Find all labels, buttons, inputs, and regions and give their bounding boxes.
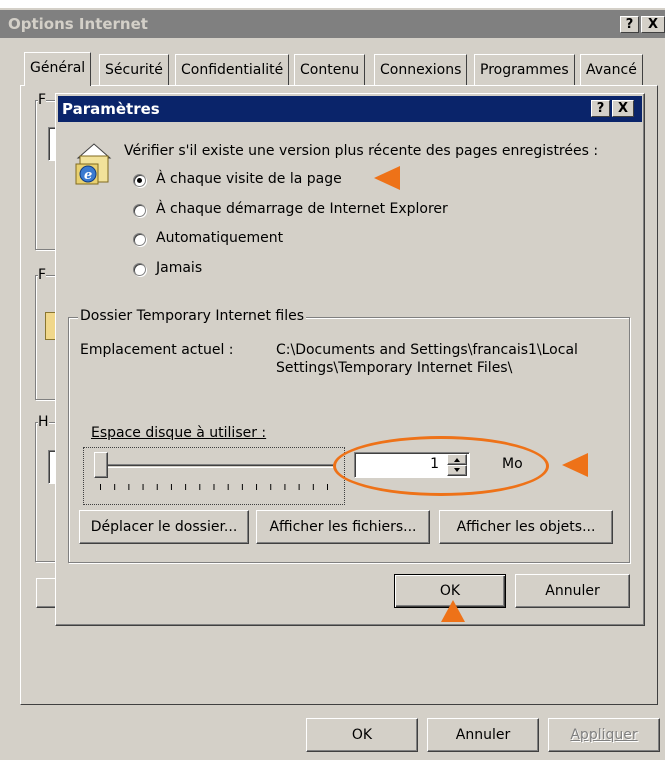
radio-never-label[interactable]: Jamais bbox=[156, 260, 202, 276]
check-question: Vérifier s'il existe une version plus ré… bbox=[124, 143, 599, 159]
radio-never[interactable] bbox=[133, 263, 146, 276]
view-objects-label: Afficher les objets... bbox=[456, 519, 596, 535]
parent-group-files-stub: F bbox=[38, 267, 47, 283]
tab-connexions-label: Connexions bbox=[380, 62, 462, 78]
view-files-button[interactable]: Afficher les fichiers... bbox=[256, 510, 430, 544]
slider-track bbox=[98, 464, 334, 468]
parent-help-button[interactable]: ? bbox=[620, 16, 639, 33]
slider-thumb[interactable] bbox=[94, 452, 108, 478]
location-path-line2: Settings\Temporary Internet Files\ bbox=[276, 360, 513, 376]
ie-page-folder-icon: e bbox=[72, 140, 116, 188]
parent-cancel-label: Annuler bbox=[455, 727, 511, 743]
parent-group-home-stub: F bbox=[38, 92, 47, 108]
tab-avance-label: Avancé bbox=[586, 62, 637, 78]
radio-every-visit-label[interactable]: À chaque visite de la page bbox=[156, 171, 342, 187]
parent-apply-label: Appliquer bbox=[570, 727, 638, 743]
tab-avance[interactable]: Avancé bbox=[580, 54, 643, 86]
annotation-arrow-ok bbox=[441, 600, 465, 622]
tab-programmes[interactable]: Programmes bbox=[474, 54, 575, 86]
tab-confidentialite-label: Confidentialité bbox=[181, 62, 284, 78]
view-files-label: Afficher les fichiers... bbox=[269, 519, 417, 535]
radio-dot bbox=[137, 178, 142, 183]
disk-space-label: Espace disque à utiliser : bbox=[91, 425, 267, 441]
move-folder-label: Déplacer le dossier... bbox=[90, 519, 238, 535]
tab-general-label: Général bbox=[30, 60, 86, 76]
tab-securite[interactable]: Sécurité bbox=[99, 54, 169, 86]
parent-apply-button: Appliquer bbox=[548, 718, 660, 752]
every-start-text: À chaque démarrage de Internet Explorer bbox=[156, 201, 448, 217]
parent-ok-button[interactable]: OK bbox=[306, 718, 418, 752]
radio-automatic-label[interactable]: Automatiquement bbox=[156, 230, 283, 246]
tab-confidentialite[interactable]: Confidentialité bbox=[175, 54, 290, 86]
annotation-arrow-option bbox=[374, 166, 400, 190]
tab-contenu-label: Contenu bbox=[300, 62, 360, 78]
temp-files-group-title: Dossier Temporary Internet files bbox=[78, 308, 306, 324]
dialog-cancel-button[interactable]: Annuler bbox=[515, 574, 630, 608]
tab-securite-label: Sécurité bbox=[105, 62, 163, 78]
parent-cancel-button[interactable]: Annuler bbox=[427, 718, 539, 752]
parent-close-button[interactable]: X bbox=[641, 16, 665, 33]
tab-general[interactable]: Général bbox=[24, 52, 92, 86]
slider-ticks bbox=[100, 484, 330, 490]
radio-every-visit[interactable] bbox=[133, 174, 146, 187]
radio-every-start[interactable] bbox=[133, 204, 146, 217]
view-objects-button[interactable]: Afficher les objets... bbox=[439, 510, 613, 544]
annotation-ellipse bbox=[333, 436, 549, 496]
dialog-close-button[interactable]: X bbox=[612, 100, 634, 117]
tab-connexions[interactable]: Connexions bbox=[374, 54, 468, 86]
annotation-arrow-spinbox bbox=[562, 453, 588, 477]
never-text: Jamais bbox=[156, 260, 203, 276]
dialog-title-bar: Paramètres ? X bbox=[58, 96, 642, 122]
svg-text:e: e bbox=[84, 168, 92, 183]
disk-space-slider[interactable] bbox=[83, 447, 345, 505]
automatic-text: Automatiquement bbox=[156, 230, 284, 246]
dialog-cancel-label: Annuler bbox=[545, 583, 600, 599]
parent-group-history-stub: H bbox=[38, 414, 49, 430]
dialog-help-button[interactable]: ? bbox=[591, 100, 610, 117]
parent-ok-label: OK bbox=[351, 727, 373, 743]
move-folder-button[interactable]: Déplacer le dossier... bbox=[79, 510, 249, 544]
tab-contenu[interactable]: Contenu bbox=[294, 54, 366, 86]
tab-programmes-label: Programmes bbox=[480, 62, 569, 78]
location-label: Emplacement actuel : bbox=[80, 342, 234, 358]
every-visit-text: À chaque visite de la page bbox=[156, 171, 342, 187]
radio-every-start-label[interactable]: À chaque démarrage de Internet Explorer bbox=[156, 201, 448, 217]
dialog-ok-label: OK bbox=[439, 583, 461, 599]
parent-title-bar: Options Internet ? X bbox=[0, 10, 665, 38]
radio-automatic[interactable] bbox=[133, 233, 146, 246]
parent-window-title: Options Internet bbox=[8, 15, 148, 33]
dialog-title: Paramètres bbox=[62, 100, 160, 118]
location-path-line1: C:\Documents and Settings\francais1\Loca… bbox=[276, 342, 578, 358]
